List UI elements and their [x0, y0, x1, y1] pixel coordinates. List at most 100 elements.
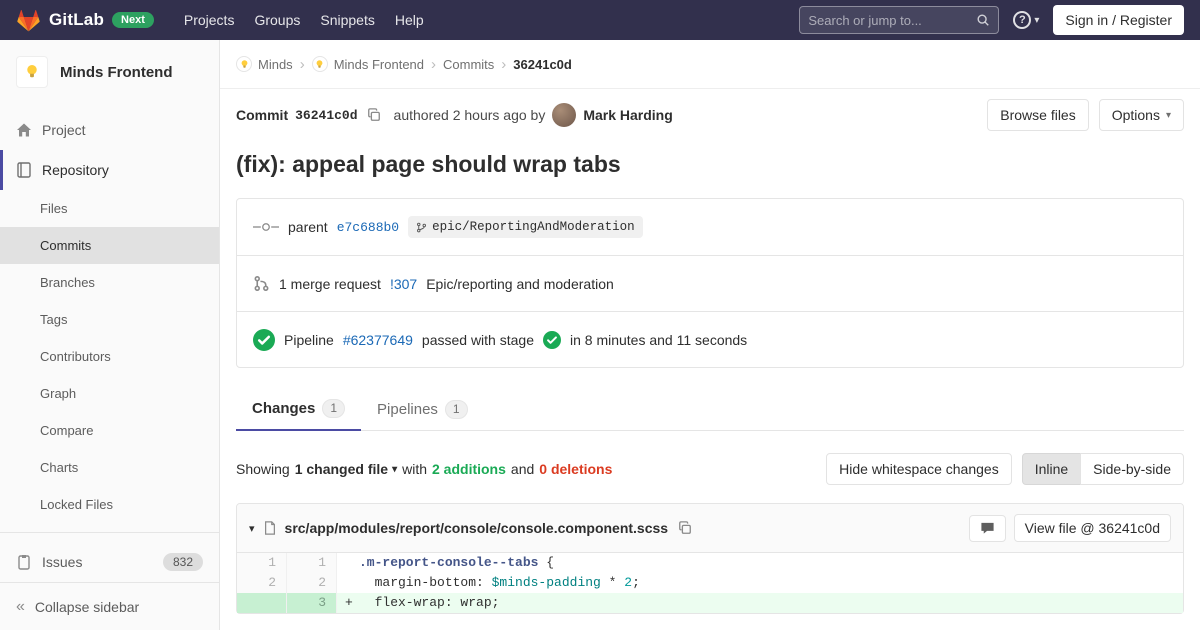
parent-row: parent e7c688b0 epic/ReportingAndModerat…: [237, 199, 1183, 255]
double-chevron-left-icon: «: [16, 597, 25, 615]
changed-files-count: 1 changed file: [294, 461, 389, 477]
diff-marker: +: [345, 595, 353, 610]
branch-name: epic/ReportingAndModeration: [432, 220, 635, 234]
sidebar-item-repository[interactable]: Repository: [0, 150, 219, 190]
search-icon[interactable]: [976, 13, 990, 27]
breadcrumb-commits[interactable]: Commits: [443, 57, 494, 72]
project-avatar: [16, 56, 48, 88]
pipelines-count-badge: 1: [444, 399, 468, 419]
project-header[interactable]: Minds Frontend: [0, 40, 219, 104]
chevron-down-icon: ▾: [1165, 109, 1171, 121]
sidebar-item-branches[interactable]: Branches: [0, 264, 219, 301]
additions-count: 2 additions: [432, 461, 506, 477]
commit-page: Commit 36241c0d authored 2 hours ago by …: [220, 89, 1200, 630]
new-line-number[interactable]: 3: [287, 593, 337, 613]
old-line-number[interactable]: [237, 593, 287, 613]
copy-icon: [679, 521, 691, 534]
side-by-side-view-button[interactable]: Side-by-side: [1080, 453, 1184, 485]
diff-line: 1 1 .m-report-console--tabs {: [237, 553, 1183, 573]
copy-sha-button[interactable]: [365, 106, 383, 124]
copy-file-path-button[interactable]: [676, 519, 694, 537]
lightbulb-icon: [316, 59, 323, 68]
sidebar-item-compare[interactable]: Compare: [0, 412, 219, 449]
nav-link-projects[interactable]: Projects: [174, 2, 245, 38]
gitlab-logo-link[interactable]: GitLab Next: [16, 8, 154, 33]
sidebar-item-commits[interactable]: Commits: [0, 227, 219, 264]
changed-files-dropdown[interactable]: 1 changed file ▾: [295, 461, 397, 477]
search-input[interactable]: [808, 12, 971, 28]
comment-icon: [981, 522, 994, 534]
lightbulb-icon: [27, 65, 37, 78]
sidebar-item-project[interactable]: Project: [0, 110, 219, 150]
options-dropdown-button[interactable]: Options ▾: [1098, 99, 1184, 131]
branch-icon: [417, 222, 427, 232]
authored-text: authored 2 hours ago by: [393, 107, 546, 123]
breadcrumb-label: Minds: [258, 56, 293, 72]
toggle-comments-button[interactable]: [968, 514, 1006, 542]
nav-link-snippets[interactable]: Snippets: [310, 2, 384, 38]
help-dropdown[interactable]: ? ▾: [1013, 11, 1039, 29]
file-diff-header: ▾ src/app/modules/report/console/console…: [237, 504, 1183, 553]
breadcrumb-minds-frontend[interactable]: Minds Frontend: [311, 56, 424, 72]
sidebar-item-charts[interactable]: Charts: [0, 449, 219, 486]
code-line: .m-report-console--tabs {: [359, 555, 555, 570]
collapse-sidebar-button[interactable]: « Collapse sidebar: [0, 582, 219, 630]
sidebar-item-issues[interactable]: Issues 832: [0, 542, 219, 582]
pipeline-id-link[interactable]: #62377649: [343, 332, 413, 348]
tab-label: Changes: [252, 400, 316, 417]
next-badge: Next: [112, 12, 154, 28]
pipeline-label: Pipeline: [284, 331, 334, 348]
showing-label: Showing: [236, 461, 290, 477]
file-actions: View file @ 36241c0d: [968, 514, 1171, 542]
issues-icon: [16, 554, 32, 570]
sidebar-item-graph[interactable]: Graph: [0, 375, 219, 412]
author-avatar[interactable]: [552, 103, 577, 127]
sidebar-item-files[interactable]: Files: [0, 190, 219, 227]
lightbulb-icon: [241, 59, 247, 68]
sidebar: Minds Frontend Project Repository Files …: [0, 40, 220, 630]
top-navbar: GitLab Next Projects Groups Snippets Hel…: [0, 0, 1200, 40]
sign-in-register-button[interactable]: Sign in / Register: [1053, 5, 1184, 35]
sidebar-item-locked-files[interactable]: Locked Files: [0, 486, 219, 523]
collapse-diff-caret-icon[interactable]: ▾: [249, 522, 255, 535]
tab-changes[interactable]: Changes 1: [236, 388, 362, 431]
browse-files-button[interactable]: Browse files: [987, 99, 1089, 131]
minds-frontend-avatar: [311, 56, 328, 72]
merge-request-ref-link[interactable]: !307: [390, 276, 417, 292]
old-line-number[interactable]: 2: [237, 573, 287, 593]
code-line: + flex-wrap: wrap;: [337, 593, 1183, 613]
breadcrumb-minds[interactable]: Minds: [236, 56, 293, 72]
parent-sha-link[interactable]: e7c688b0: [337, 220, 399, 235]
breadcrumb-current-sha: 36241c0d: [513, 56, 572, 72]
commit-sha: 36241c0d: [295, 107, 358, 123]
file-icon: [263, 521, 277, 535]
parent-label: parent: [288, 219, 328, 235]
old-line-number[interactable]: 1: [237, 553, 287, 573]
commit-tabs: Changes 1 Pipelines 1: [236, 388, 1184, 431]
breadcrumb-label: Commits: [443, 56, 495, 72]
new-line-number[interactable]: 1: [287, 553, 337, 573]
merge-request-title-link[interactable]: Epic/reporting and moderation: [426, 276, 614, 292]
issues-count-badge: 832: [162, 553, 203, 571]
nav-link-help[interactable]: Help: [385, 2, 434, 38]
gitlab-tanuki-icon: [16, 8, 41, 33]
minds-avatar: [236, 56, 252, 72]
stage-success-icon[interactable]: [542, 330, 561, 349]
view-mode-toggle: Inline Side-by-side: [1021, 453, 1184, 485]
nav-link-groups[interactable]: Groups: [244, 2, 310, 38]
repository-icon: [16, 162, 32, 178]
author-name-link[interactable]: Mark Harding: [583, 107, 672, 123]
branch-ref-pill[interactable]: epic/ReportingAndModeration: [408, 216, 643, 238]
chevron-down-icon: ▾: [392, 463, 398, 475]
sidebar-item-contributors[interactable]: Contributors: [0, 338, 219, 375]
diff-summary: Showing 1 changed file ▾ with 2 addition…: [236, 453, 1184, 485]
view-file-button[interactable]: View file @ 36241c0d: [1013, 514, 1171, 542]
new-line-number[interactable]: 2: [287, 573, 337, 593]
hide-whitespace-button[interactable]: Hide whitespace changes: [826, 453, 1012, 485]
sidebar-item-tags[interactable]: Tags: [0, 301, 219, 338]
options-label: Options: [1111, 107, 1160, 123]
tab-pipelines[interactable]: Pipelines 1: [361, 388, 484, 430]
file-path-link[interactable]: src/app/modules/report/console/console.c…: [285, 520, 669, 536]
commit-info-box: parent e7c688b0 epic/ReportingAndModerat…: [236, 198, 1184, 368]
inline-view-button[interactable]: Inline: [1021, 453, 1082, 485]
